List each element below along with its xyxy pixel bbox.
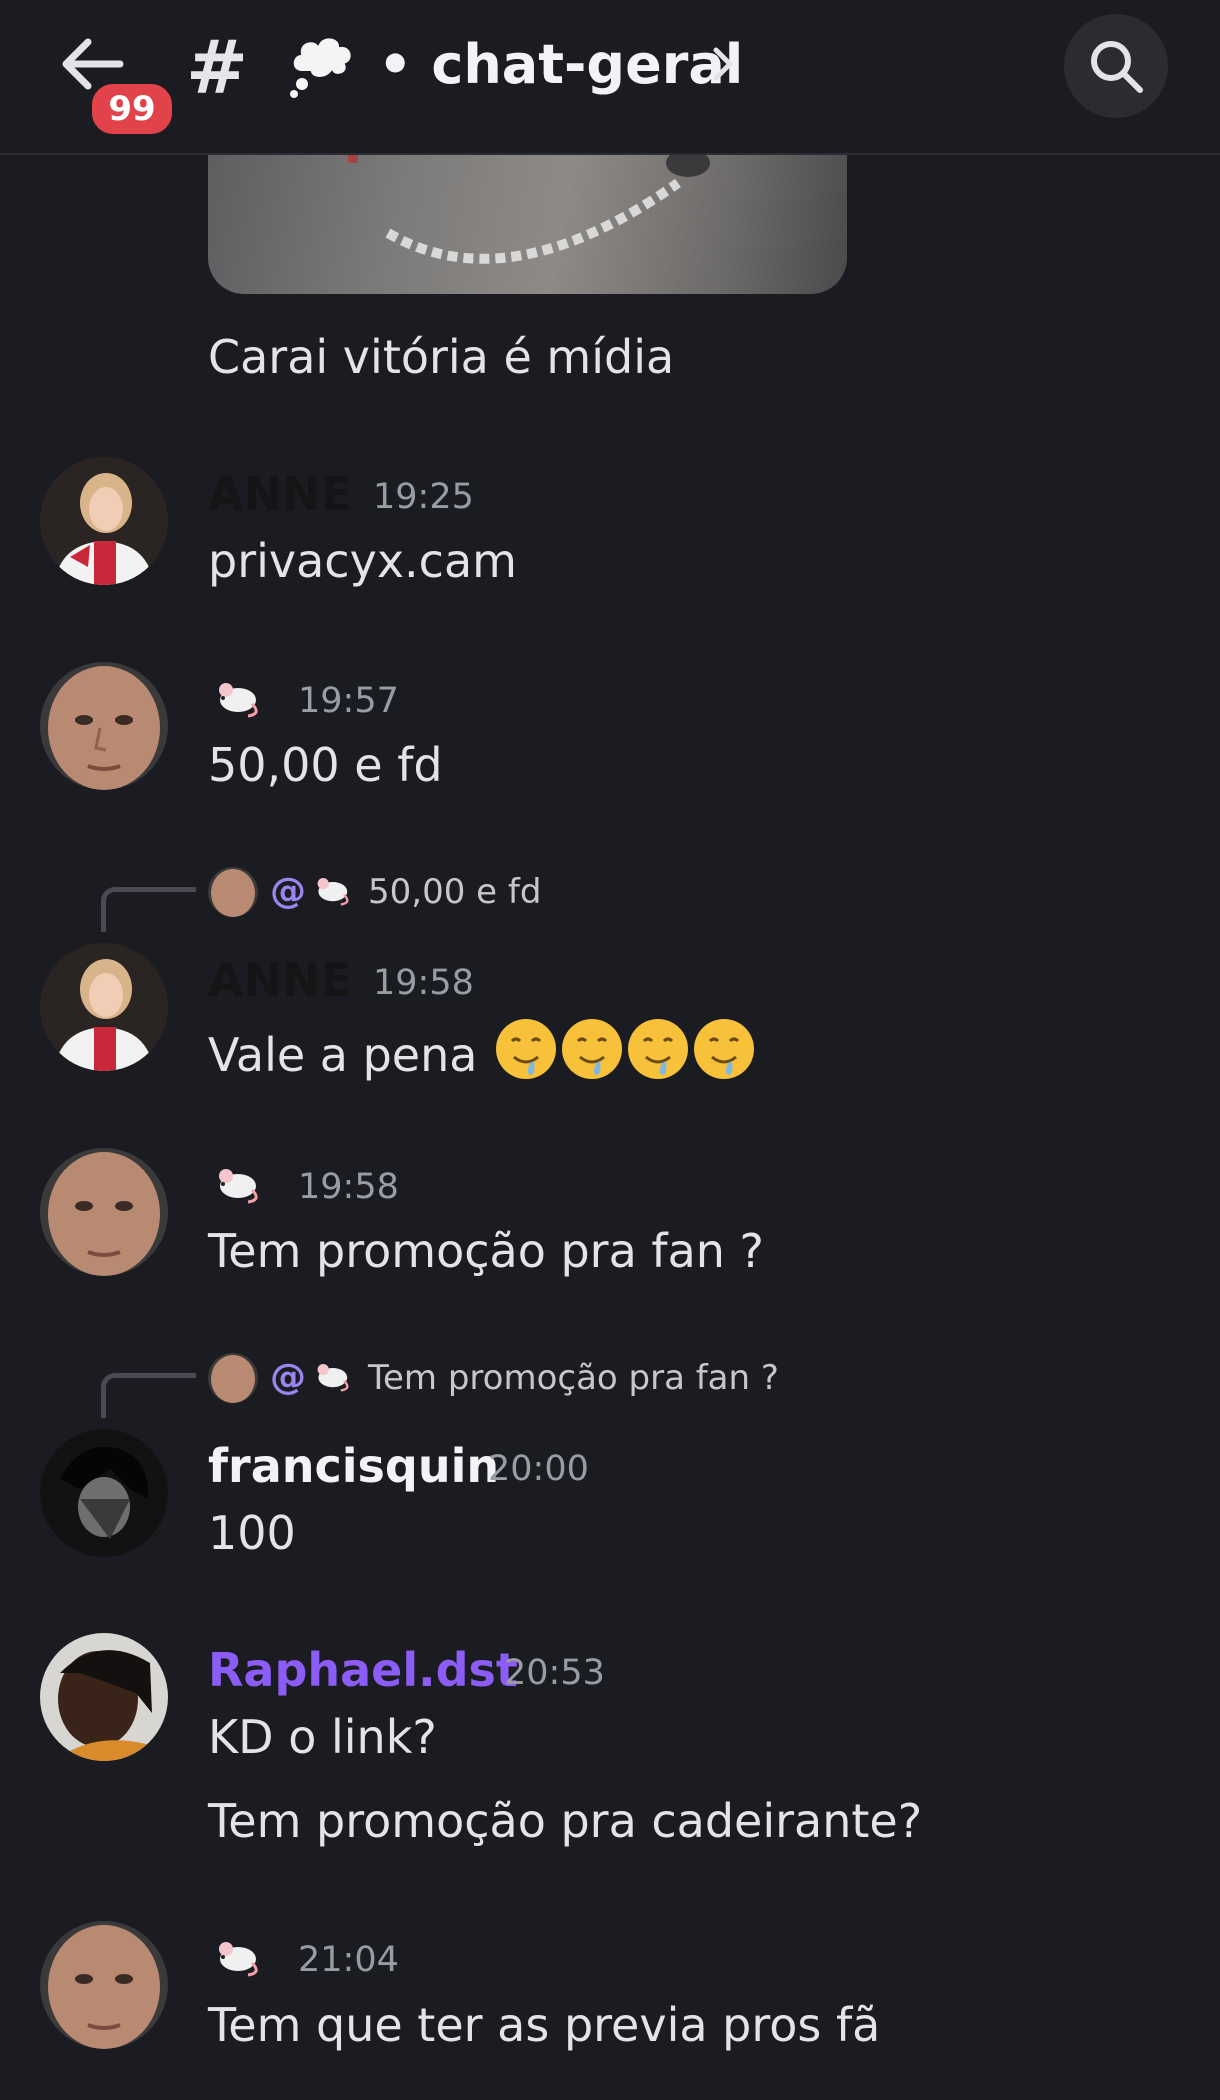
drooling-face-emoji [496,1019,557,1079]
avatar-rat-user[interactable] [40,1921,168,2049]
reply-preview-text[interactable]: 50,00 e fd [368,867,541,917]
channel-header: 99 # • chat-geral [0,0,1220,155]
mouse-emoji-mention[interactable] [312,872,352,908]
avatar-anne[interactable] [40,943,168,1071]
search-button[interactable] [1064,14,1168,118]
message-text: Tem promoção pra fan ? [208,1224,764,1278]
chevron-right-icon[interactable] [708,44,738,84]
message-text: privacyx.cam [208,534,517,588]
username[interactable]: ANNE [208,465,352,523]
timestamp: 19:58 [373,963,474,1003]
avatar-raphael[interactable] [40,1633,168,1761]
message-text: Tem que ter as previa pros fã [208,1998,881,2052]
reply-connector [101,1373,196,1418]
message-text: Vale a pena [208,1017,756,1085]
avatar-rat-user[interactable] [40,662,168,790]
mouse-emoji-username[interactable] [212,676,262,720]
text-channel-icon: # [186,25,249,111]
mouse-emoji-mention[interactable] [312,1358,352,1394]
avatar-francisquin[interactable] [40,1429,168,1557]
search-icon [1091,41,1143,93]
username[interactable]: francisquin [208,1437,499,1495]
timestamp: 20:53 [504,1653,605,1693]
drooling-face-emoji [562,1019,623,1079]
message-text-body: Vale a pena [208,1028,478,1082]
reply-avatar[interactable] [208,867,258,917]
message-text: 50,00 e fd [208,738,443,792]
drooling-face-emoji [628,1019,689,1079]
notification-badge: 99 [88,80,176,138]
timestamp: 20:00 [488,1449,589,1489]
reply-preview-text[interactable]: Tem promoção pra fan ? [368,1353,779,1403]
reply-connector [101,887,196,932]
username[interactable]: ANNE [208,951,352,1009]
image-attachment[interactable] [208,153,847,294]
reply-mention[interactable]: @ [270,867,306,917]
message-text: Carai vitória é mídia [208,330,675,384]
thought-balloon-icon [288,32,358,98]
message-text: Tem promoção pra cadeirante? [208,1794,923,1848]
channel-title[interactable]: • chat-geral [378,32,743,98]
timestamp: 19:58 [298,1167,399,1207]
reply-mention[interactable]: @ [270,1353,306,1403]
mouse-emoji-username[interactable] [212,1162,262,1206]
message-text: 100 [208,1506,296,1560]
avatar-anne[interactable] [40,457,168,585]
drooling-face-emoji [694,1019,755,1079]
reply-avatar[interactable] [208,1353,258,1403]
message-text: KD o link? [208,1710,437,1764]
mouse-emoji-username[interactable] [212,1935,262,1979]
timestamp: 21:04 [298,1940,399,1980]
username[interactable]: Raphael.dst [208,1641,518,1699]
avatar-rat-user[interactable] [40,1148,168,1276]
timestamp: 19:25 [373,477,474,517]
timestamp: 19:57 [298,681,399,721]
